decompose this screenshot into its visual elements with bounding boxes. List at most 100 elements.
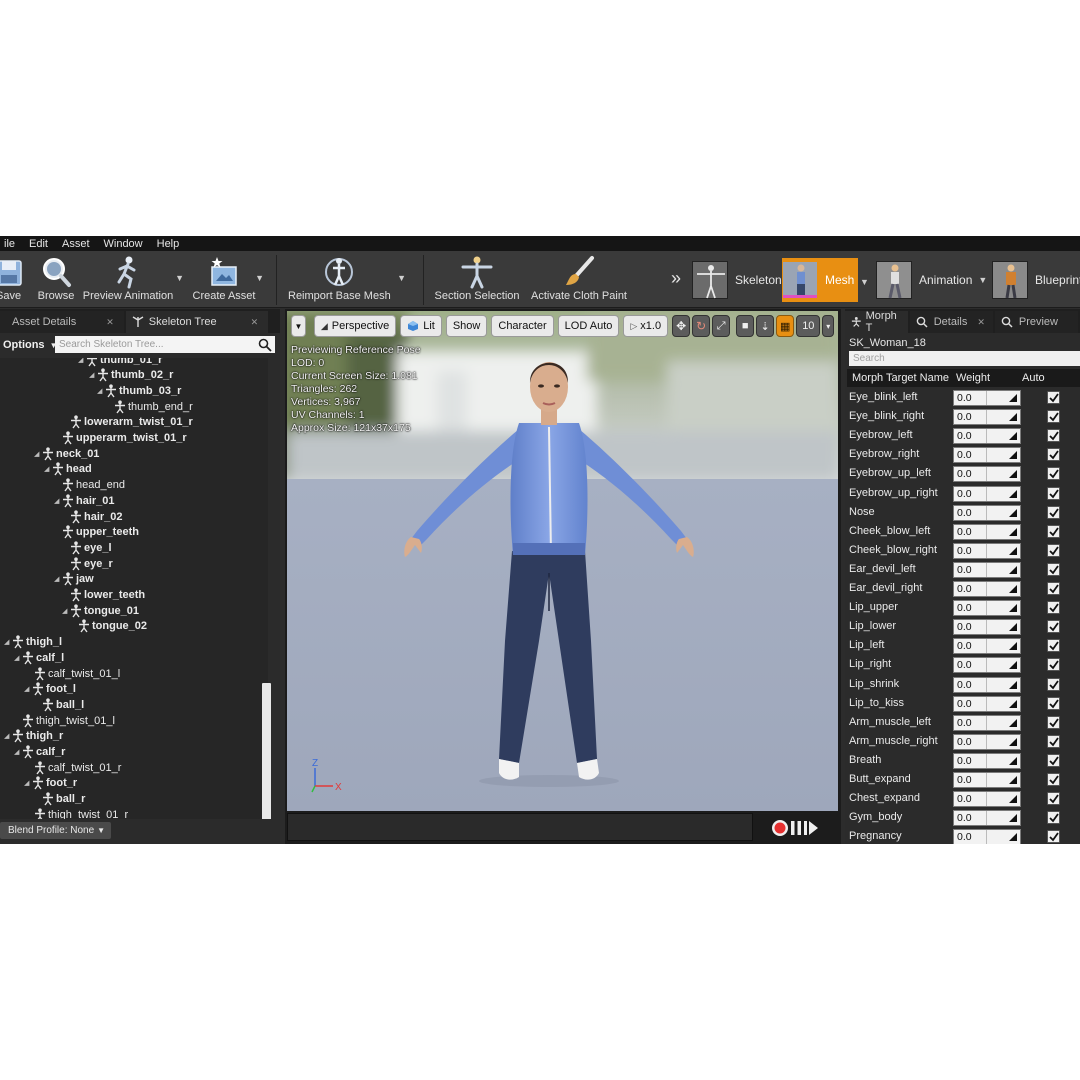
auto-checkbox[interactable] [1047, 410, 1060, 424]
save-button[interactable]: Save [0, 251, 28, 308]
reimport-base-mesh-button[interactable]: Reimport Base Mesh ▼ [288, 251, 406, 308]
auto-checkbox[interactable] [1047, 753, 1060, 767]
expand-arrow-icon[interactable]: ◢ [14, 748, 22, 756]
weight-slider-handle[interactable] [986, 734, 1020, 749]
auto-checkbox[interactable] [1047, 467, 1060, 481]
close-icon[interactable]: ✕ [251, 317, 259, 328]
tab-skeleton-tree[interactable]: Skeleton Tree ✕ [125, 311, 269, 333]
pause-icon[interactable] [789, 820, 803, 836]
auto-checkbox[interactable] [1047, 639, 1060, 653]
close-icon[interactable]: ✕ [977, 317, 985, 328]
mesh-dropdown-icon[interactable]: ▼ [860, 277, 869, 287]
menu-help[interactable]: Help [150, 238, 187, 250]
morph-weight-field[interactable]: 0.0 [953, 752, 1021, 769]
lit-button[interactable]: Lit [400, 315, 442, 337]
tree-node[interactable]: lower_teeth [62, 588, 145, 603]
record-icon[interactable] [771, 819, 789, 837]
expand-arrow-icon[interactable]: ◢ [54, 497, 62, 505]
tree-node[interactable]: tongue_02 [70, 619, 147, 634]
tree-node[interactable]: ◢ thigh_r [4, 729, 63, 744]
tree-node[interactable]: upper_teeth [54, 525, 139, 540]
auto-checkbox[interactable] [1047, 715, 1060, 729]
timeline-bar[interactable] [287, 813, 753, 841]
search-icon[interactable] [258, 338, 272, 352]
close-icon[interactable]: ✕ [106, 317, 114, 328]
tree-node[interactable]: ball_r [34, 792, 85, 807]
morph-weight-field[interactable]: 0.0 [953, 409, 1021, 426]
auto-checkbox[interactable] [1047, 524, 1060, 538]
reimport-dropdown-icon[interactable]: ▼ [397, 273, 406, 283]
tree-node[interactable]: ◢ foot_r [24, 776, 77, 791]
morph-weight-field[interactable]: 0.0 [953, 829, 1021, 844]
weight-slider-handle[interactable] [986, 429, 1020, 444]
tab-preview-scene-settings[interactable]: Preview [994, 311, 1078, 333]
expand-arrow-icon[interactable]: ◢ [54, 575, 62, 583]
tree-node[interactable]: ◢ calf_l [14, 650, 64, 665]
auto-checkbox[interactable] [1047, 582, 1060, 595]
tree-node[interactable]: eye_r [62, 556, 113, 571]
viewport-more-button[interactable]: ▾ [822, 315, 835, 337]
viewport-options-dropdown[interactable]: ▼ [291, 315, 306, 337]
grid-snap-toggle[interactable]: ▦ [776, 315, 795, 337]
surface-snap-button[interactable]: ⇣ [756, 315, 775, 337]
tree-node[interactable]: ◢ head [44, 462, 92, 477]
perspective-button[interactable]: ◢ Perspective [313, 315, 397, 337]
tree-node[interactable]: upperarm_twist_01_r [54, 431, 187, 446]
expand-arrow-icon[interactable]: ◢ [97, 387, 105, 395]
section-selection-button[interactable]: Section Selection [434, 251, 520, 308]
weight-slider-handle[interactable] [986, 410, 1020, 425]
tab-asset-details[interactable]: Asset Details ✕ [0, 311, 124, 333]
auto-checkbox[interactable] [1047, 505, 1060, 519]
tree-node[interactable]: ◢ tongue_01 [62, 603, 139, 618]
morph-weight-field[interactable]: 0.0 [953, 561, 1021, 578]
morph-weight-field[interactable]: 0.0 [953, 504, 1021, 521]
preview-animation-dropdown-icon[interactable]: ▼ [175, 273, 184, 283]
tree-node[interactable]: ◢ thigh_l [4, 635, 62, 650]
create-asset-dropdown-icon[interactable]: ▼ [255, 273, 264, 283]
auto-checkbox[interactable] [1047, 830, 1060, 844]
expand-arrow-icon[interactable]: ◢ [89, 371, 97, 379]
tree-node[interactable]: head_end [54, 478, 125, 493]
weight-slider-handle[interactable] [986, 582, 1020, 596]
expand-arrow-icon[interactable]: ◢ [34, 450, 42, 458]
weight-slider-handle[interactable] [986, 601, 1020, 616]
tree-node[interactable]: thumb_end_r [106, 399, 193, 414]
weight-slider-handle[interactable] [986, 696, 1020, 711]
step-forward-icon[interactable] [803, 820, 819, 836]
scale-tool-button[interactable]: ⤢ [712, 315, 731, 337]
morph-weight-field[interactable]: 0.0 [953, 447, 1021, 464]
weight-slider-handle[interactable] [986, 543, 1020, 558]
weight-slider-handle[interactable] [986, 505, 1020, 520]
skeleton-tree-search-input[interactable] [55, 336, 275, 353]
auto-checkbox[interactable] [1047, 677, 1060, 691]
toolbar-overflow-chevron-icon[interactable]: » [671, 268, 681, 289]
morph-weight-field[interactable]: 0.0 [953, 466, 1021, 483]
tree-node[interactable]: ◢ hair_01 [54, 493, 115, 508]
mode-skeleton-button[interactable]: Skeleton [692, 258, 782, 302]
header-auto[interactable]: Auto [1022, 372, 1045, 384]
morph-weight-field[interactable]: 0.0 [953, 772, 1021, 788]
auto-checkbox[interactable] [1047, 448, 1060, 462]
menu-window[interactable]: Window [97, 238, 150, 250]
weight-slider-handle[interactable] [986, 524, 1020, 539]
world-local-toggle[interactable]: ■ [736, 315, 755, 337]
auto-checkbox[interactable] [1047, 811, 1060, 825]
morph-weight-field[interactable]: 0.0 [953, 619, 1021, 636]
auto-checkbox[interactable] [1047, 734, 1060, 748]
weight-slider-handle[interactable] [986, 639, 1020, 654]
weight-slider-handle[interactable] [986, 715, 1020, 730]
tree-node[interactable]: ◢ calf_r [14, 745, 65, 760]
tree-node[interactable]: lowerarm_twist_01_r [62, 415, 193, 430]
weight-slider-handle[interactable] [986, 811, 1020, 826]
morph-weight-field[interactable]: 0.0 [953, 714, 1021, 731]
morph-weight-field[interactable]: 0.0 [953, 657, 1021, 674]
tree-node[interactable]: eye_l [62, 540, 112, 555]
preview-animation-button[interactable]: Preview Animation ▼ [82, 251, 184, 308]
tab-details[interactable]: Details ✕ [909, 311, 993, 333]
morph-weight-field[interactable]: 0.0 [953, 638, 1021, 655]
tree-node[interactable]: hair_02 [62, 509, 123, 524]
tree-node[interactable]: ball_l [34, 697, 84, 712]
tree-node[interactable]: ◢ thumb_01_r [78, 358, 162, 367]
tree-node[interactable]: calf_twist_01_l [26, 666, 120, 681]
tree-node[interactable]: ◢ foot_l [24, 682, 76, 697]
